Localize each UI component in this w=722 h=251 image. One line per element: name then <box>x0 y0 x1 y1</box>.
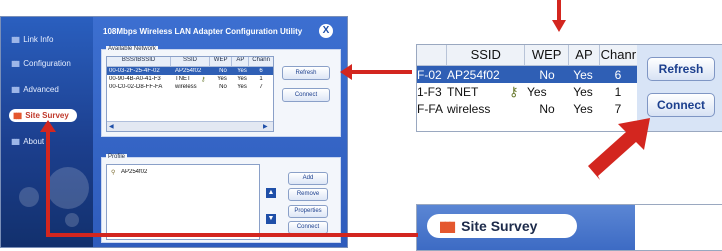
annotation-overlay <box>40 0 650 237</box>
connector-line <box>40 120 418 237</box>
big-arrow-icon <box>588 118 650 180</box>
down-arrow-icon <box>552 0 566 32</box>
left-arrow-icon <box>340 64 412 80</box>
